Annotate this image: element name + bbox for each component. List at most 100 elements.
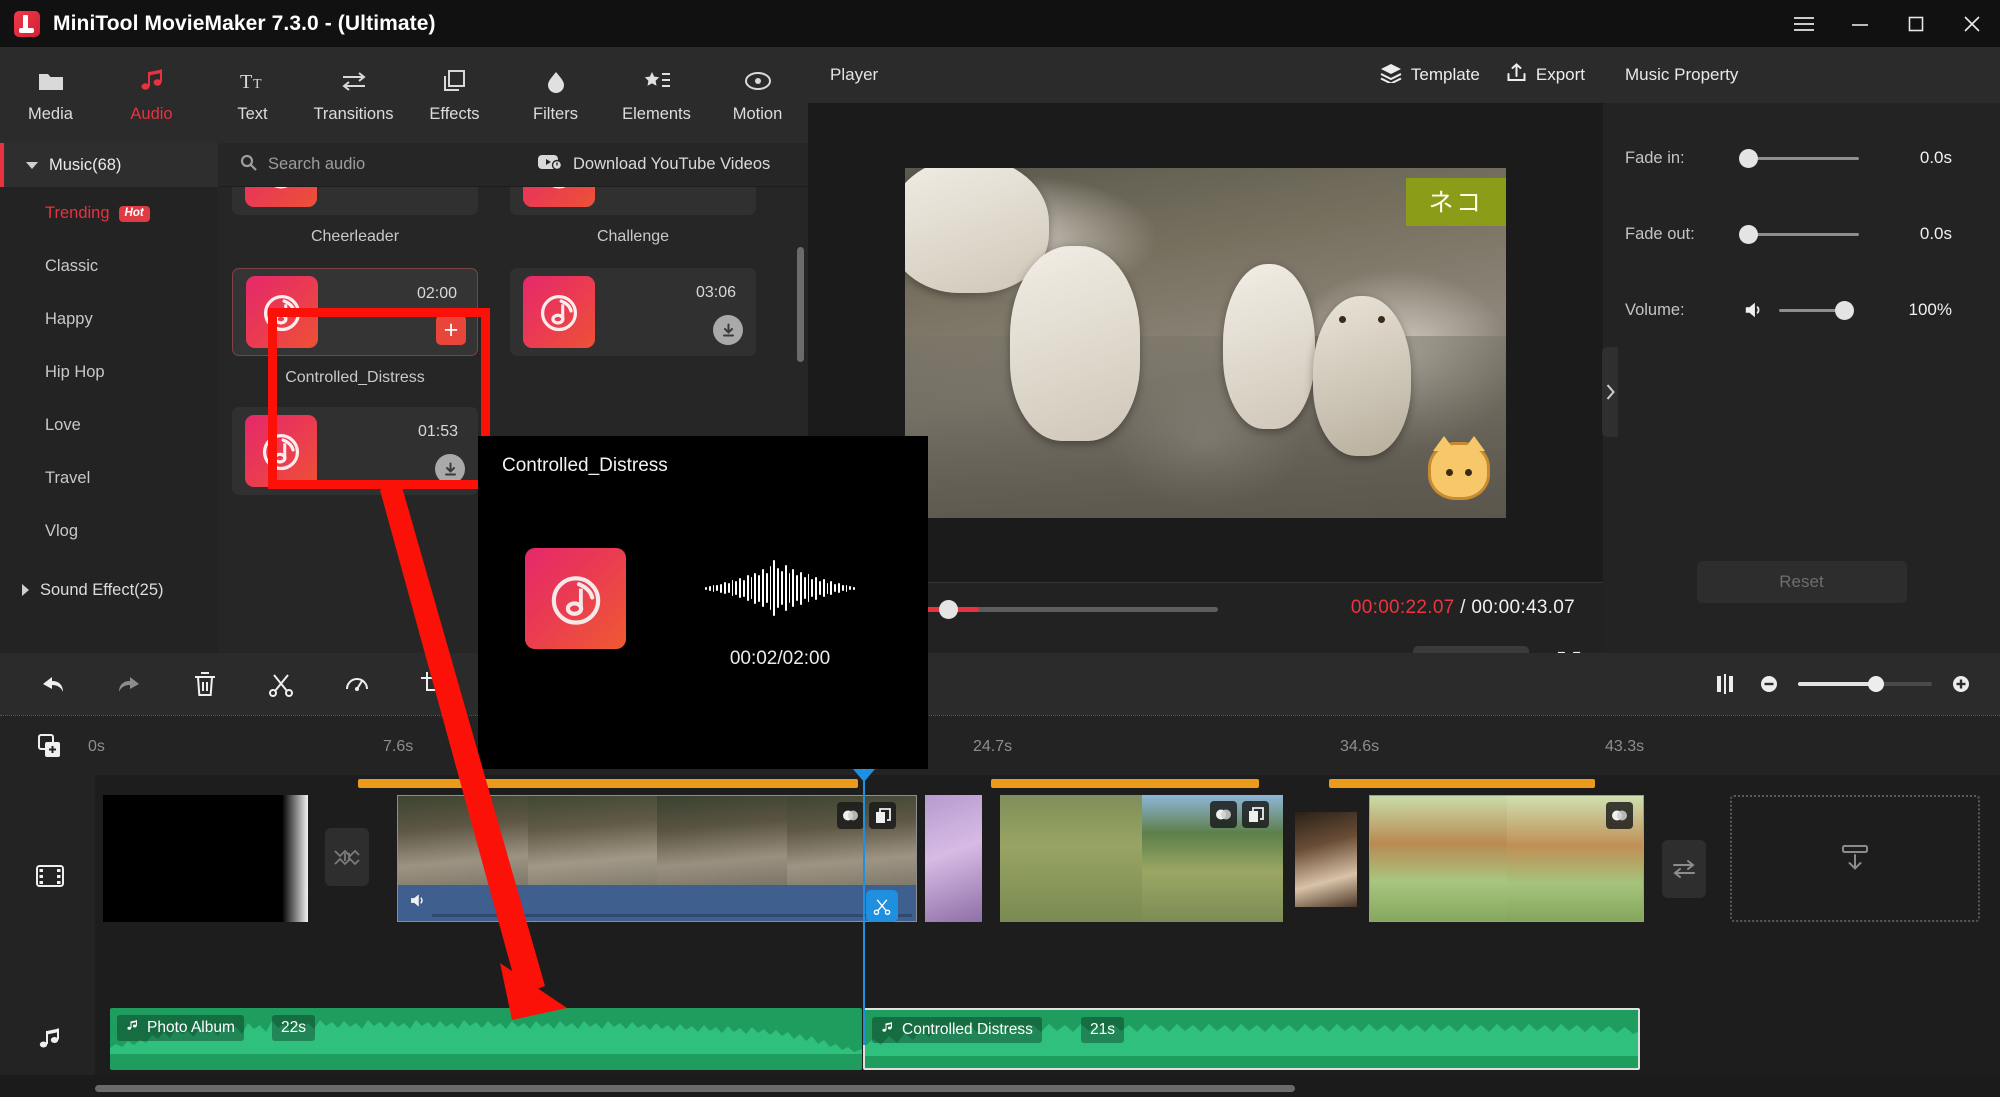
upload-icon [1506, 62, 1527, 88]
sidebar-item-travel-label: Travel [45, 469, 91, 487]
sidebar-item-happy[interactable]: Happy [0, 293, 218, 346]
audio-duration: 02:00 [416, 285, 457, 302]
music-note-icon[interactable] [34, 1023, 66, 1055]
sidebar-item-love[interactable]: Love [0, 399, 218, 452]
audio-tile[interactable]: 02:00 + [232, 268, 478, 356]
speaker-icon[interactable] [1743, 300, 1765, 320]
maximize-button[interactable] [1888, 0, 1944, 47]
timeline-zoom-handle[interactable] [1868, 676, 1884, 692]
sidebar-item-trending[interactable]: Trending Hot [0, 187, 218, 240]
fade-out-slider[interactable] [1739, 224, 1859, 244]
transition-slot-2[interactable] [1662, 840, 1706, 898]
tab-text[interactable]: TT Text [202, 47, 303, 143]
audio-tile[interactable] [510, 187, 756, 215]
clip-filter-icon[interactable] [837, 802, 864, 829]
tab-filters[interactable]: Filters [505, 47, 606, 143]
fade-out-handle[interactable] [1739, 224, 1758, 244]
transition-slot-1[interactable] [325, 828, 369, 886]
sidebar-item-classic[interactable]: Classic [0, 240, 218, 293]
timeline-horizontal-scrollbar[interactable] [95, 1085, 1295, 1092]
zoom-out-icon[interactable] [1754, 669, 1784, 699]
audio-tile[interactable]: 01:53 [232, 407, 478, 495]
add-media-icon[interactable] [34, 730, 66, 762]
video-clip-black[interactable] [103, 795, 308, 922]
search-box[interactable] [218, 154, 538, 176]
window-controls [1776, 0, 2000, 47]
search-input[interactable] [268, 155, 518, 174]
panel-collapse-button[interactable] [1602, 347, 1618, 437]
speaker-icon[interactable] [408, 892, 428, 914]
delete-button[interactable] [190, 669, 220, 699]
fade-in-label: Fade in: [1625, 148, 1685, 167]
sidebar-item-vlog[interactable]: Vlog [0, 505, 218, 558]
library-scrollbar[interactable] [797, 247, 804, 362]
category-panel: Music(68) Trending Hot Classic Happy Hip… [0, 143, 218, 653]
audio-clip-photo-album[interactable]: Photo Album 22s [110, 1008, 862, 1070]
playhead-handle[interactable] [853, 769, 875, 782]
sidebar-item-hiphop[interactable]: Hip Hop [0, 346, 218, 399]
audio-card[interactable]: 03:06 [510, 268, 756, 391]
fit-timeline-icon[interactable] [1710, 669, 1740, 699]
volume-value: 100% [1908, 300, 1952, 319]
fade-in-slider[interactable] [1739, 148, 1859, 168]
close-button[interactable] [1944, 0, 2000, 47]
reset-button[interactable]: Reset [1696, 561, 1907, 603]
download-audio-button[interactable] [713, 315, 743, 345]
speed-button[interactable] [342, 669, 372, 699]
video-preview[interactable]: ネコ [905, 167, 1506, 518]
clip-filter-icon[interactable] [1210, 801, 1237, 828]
video-clip-portrait[interactable] [1295, 812, 1357, 907]
fade-in-handle[interactable] [1739, 148, 1758, 168]
download-youtube-button[interactable]: Download YouTube Videos [538, 154, 770, 176]
timeline-ruler[interactable]: 0s 7.6s 24.7s 34.6s 43.3s [0, 715, 2000, 775]
export-button[interactable]: Export [1506, 62, 1585, 88]
video-clip-kittens[interactable] [397, 795, 917, 922]
volume-property-handle[interactable] [1835, 300, 1854, 320]
crop-button[interactable] [418, 669, 448, 699]
timeline-zoom-slider[interactable] [1798, 676, 1932, 692]
music-note-circle-icon [523, 187, 595, 207]
add-audio-button[interactable]: + [436, 315, 466, 345]
redo-button[interactable] [114, 669, 144, 699]
volume-property-slider[interactable] [1779, 300, 1854, 320]
split-button[interactable] [266, 669, 296, 699]
tab-audio[interactable]: Audio [101, 47, 202, 143]
audio-card[interactable]: Cheerleader [232, 187, 478, 250]
template-button[interactable]: Template [1380, 63, 1480, 88]
audio-clip-controlled-distress[interactable]: Controlled Distress 21s [863, 1008, 1640, 1070]
category-group-sound-effect[interactable]: Sound Effect(25) [0, 564, 218, 616]
tab-transitions[interactable]: Transitions [303, 47, 404, 143]
audio-card-controlled-distress[interactable]: 02:00 + Controlled_Distress [232, 268, 478, 391]
video-clip-field[interactable] [1000, 795, 1283, 922]
video-clip-rabbit[interactable] [1369, 795, 1644, 922]
total-time: 00:00:43.07 [1471, 597, 1575, 618]
tab-elements-label: Elements [622, 105, 691, 123]
audio-tile[interactable]: 03:06 [510, 268, 756, 356]
split-clip-button[interactable] [866, 890, 898, 922]
music-note-circle-icon [245, 187, 317, 207]
tab-elements[interactable]: Elements [606, 47, 707, 143]
clip-thumbnails [1370, 796, 1643, 921]
audio-tile[interactable] [232, 187, 478, 215]
category-group-music[interactable]: Music(68) [0, 143, 218, 187]
menu-button[interactable] [1776, 0, 1832, 47]
download-audio-button[interactable] [435, 454, 465, 484]
tab-effects[interactable]: Effects [404, 47, 505, 143]
minimize-button[interactable] [1832, 0, 1888, 47]
reset-label: Reset [1779, 572, 1824, 591]
clip-copy-icon[interactable] [869, 802, 896, 829]
sidebar-item-travel[interactable]: Travel [0, 452, 218, 505]
zoom-in-icon[interactable] [1946, 669, 1976, 699]
video-clip-purple[interactable] [925, 795, 982, 922]
audio-card[interactable]: 01:53 [232, 407, 478, 495]
seek-handle[interactable] [939, 600, 958, 619]
film-icon[interactable] [34, 860, 66, 892]
undo-button[interactable] [38, 669, 68, 699]
clip-copy-icon[interactable] [1242, 801, 1269, 828]
add-media-slot[interactable] [1730, 795, 1980, 922]
playhead[interactable] [863, 775, 865, 1045]
audio-card[interactable]: Challenge [510, 187, 756, 250]
tab-media[interactable]: Media [0, 47, 101, 143]
tab-motion[interactable]: Motion [707, 47, 808, 143]
clip-filter-icon[interactable] [1606, 802, 1633, 829]
